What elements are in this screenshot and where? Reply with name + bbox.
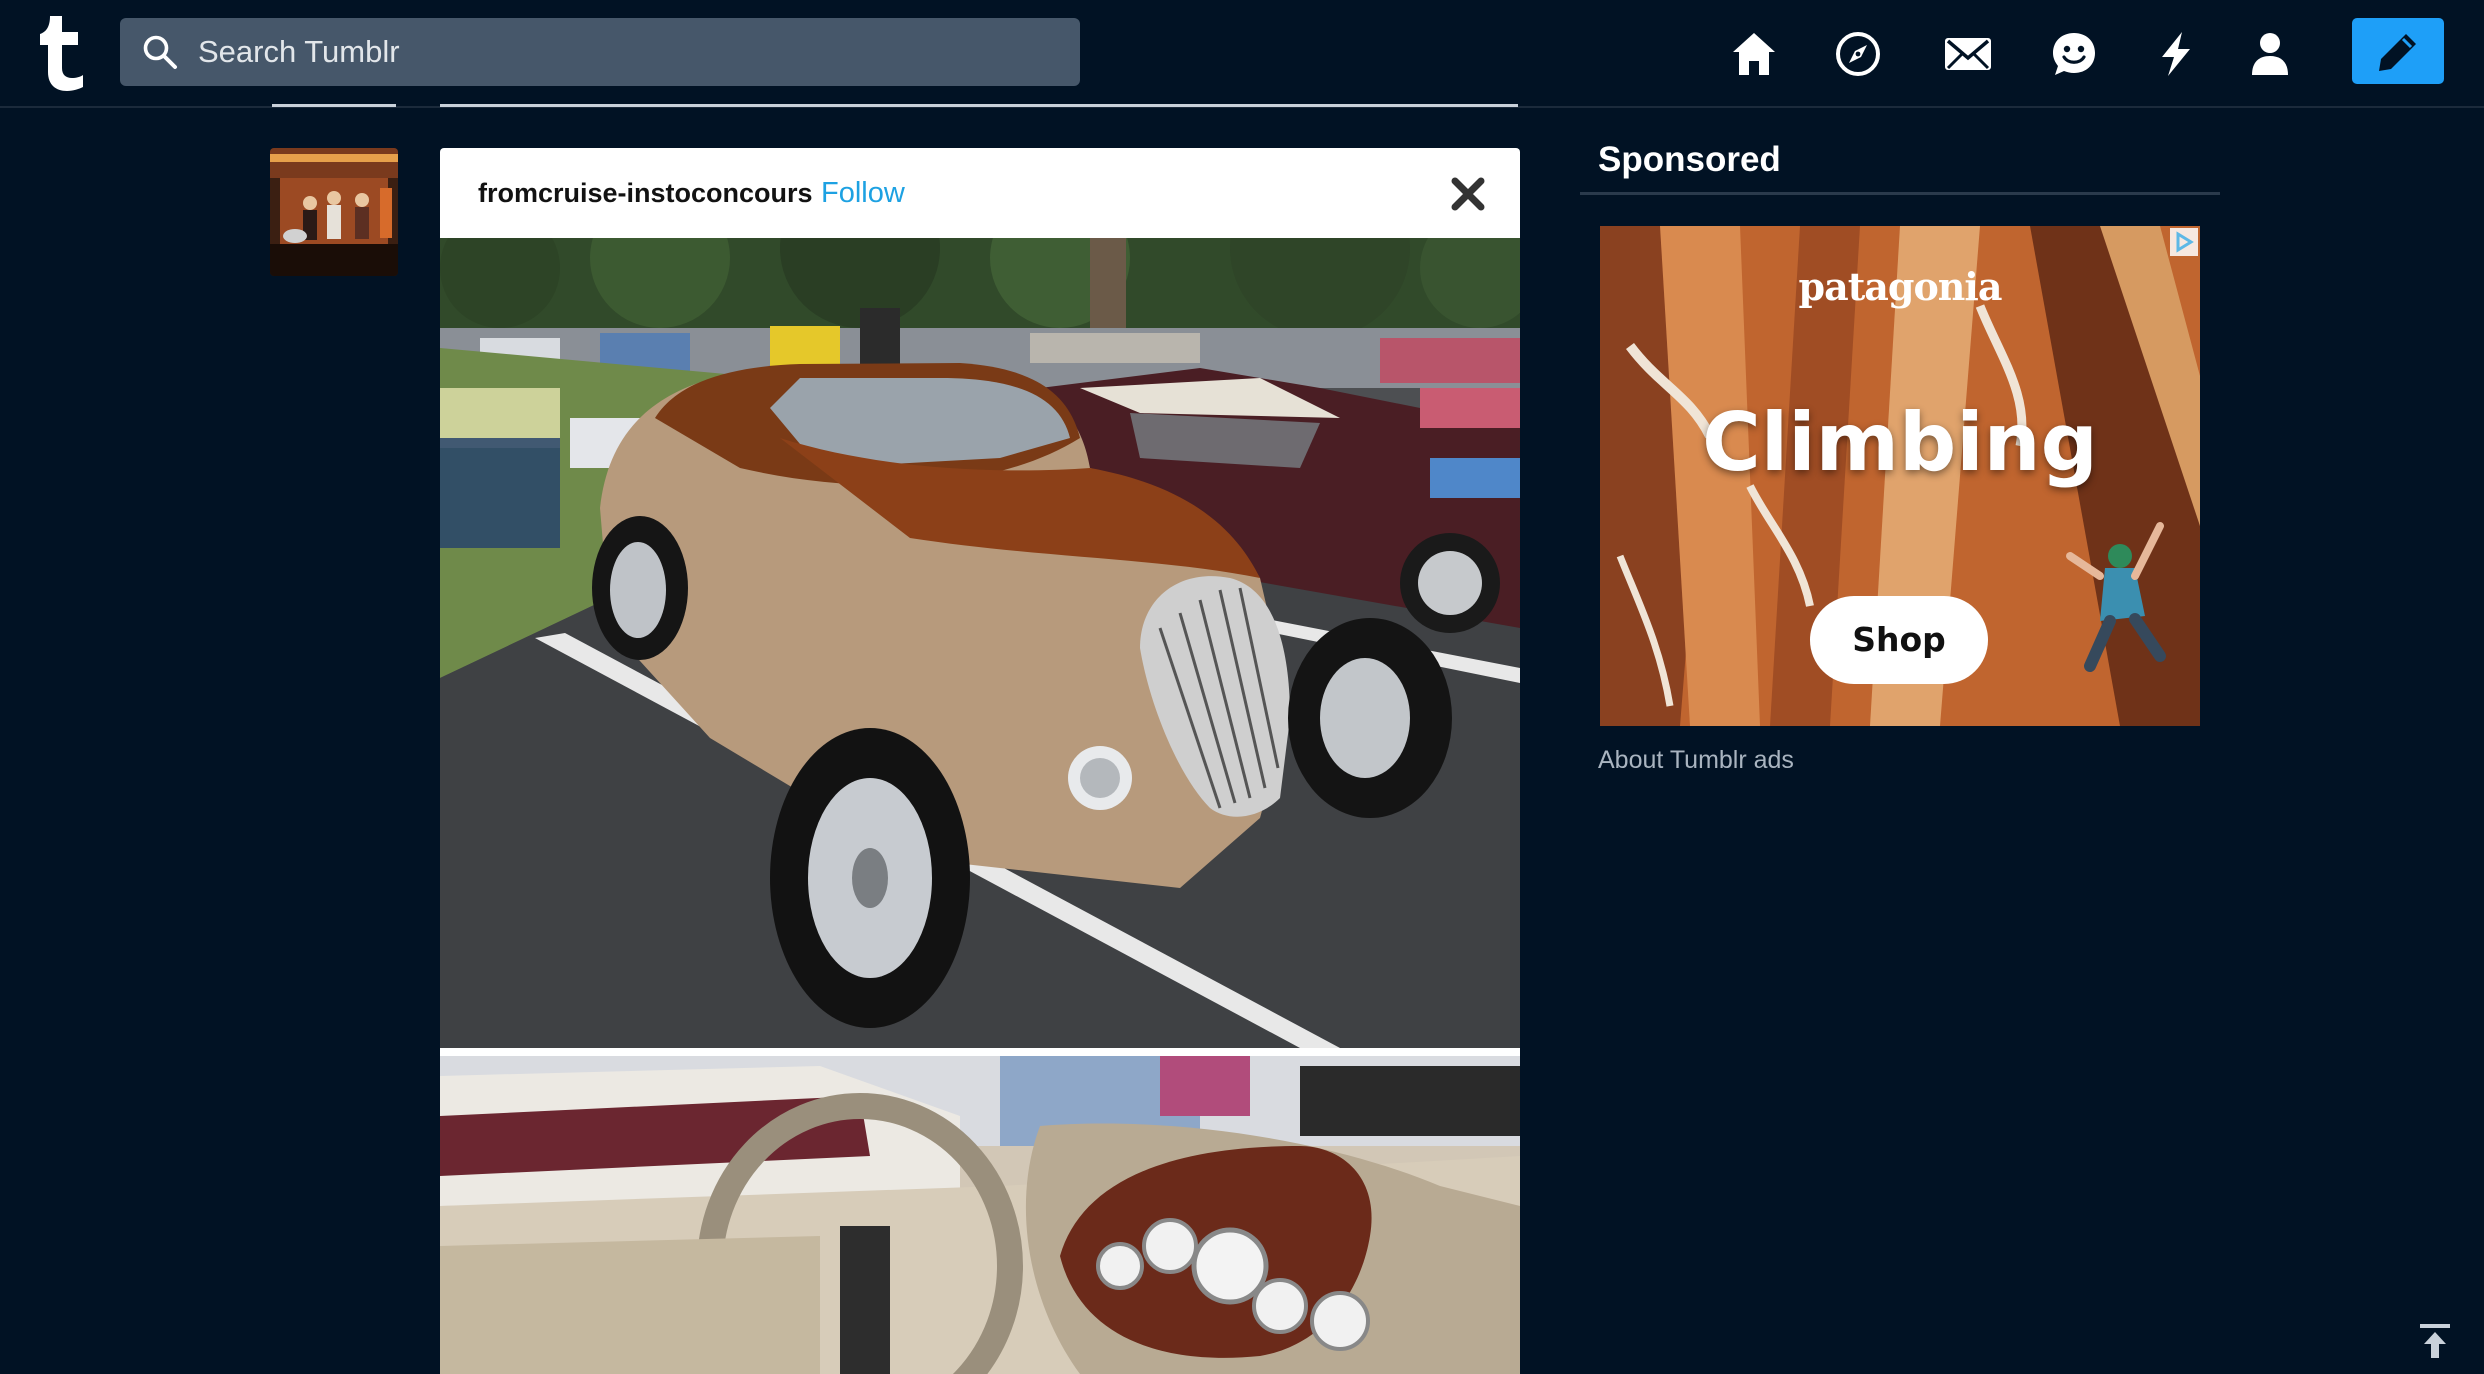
sponsored-heading: Sponsored: [1598, 140, 1781, 179]
adchoices-icon[interactable]: [2170, 228, 2198, 256]
compose-button[interactable]: [2352, 18, 2444, 84]
sponsored-divider: [1580, 192, 2220, 195]
tumblr-logo-icon[interactable]: [36, 12, 96, 92]
search-icon: [143, 35, 177, 69]
hot-rod-dashboard-photo: [440, 1056, 1520, 1374]
post-photo-1[interactable]: [440, 238, 1520, 1048]
about-tumblr-ads-link[interactable]: About Tumblr ads: [1598, 746, 1794, 775]
messaging-icon[interactable]: [2050, 30, 2098, 78]
top-navigation-bar: [0, 0, 2484, 108]
scroll-to-top-icon[interactable]: [2418, 1322, 2452, 1360]
close-icon[interactable]: [1448, 174, 1488, 214]
blog-name-link[interactable]: fromcruise-instoconcours: [478, 178, 813, 209]
home-icon[interactable]: [1730, 30, 1778, 78]
pencil-icon: [2379, 34, 2416, 71]
post-photo-2[interactable]: [440, 1056, 1520, 1374]
post-header: fromcruise-instoconcours Follow: [440, 148, 1520, 238]
explore-icon[interactable]: [1834, 30, 1882, 78]
search-input[interactable]: [198, 18, 1058, 86]
account-icon[interactable]: [2246, 30, 2294, 78]
blog-avatar[interactable]: [270, 148, 398, 276]
hot-rod-exterior-photo: [440, 238, 1520, 1048]
ad-headline: Climbing: [1702, 396, 2098, 489]
ad-shop-button[interactable]: Shop: [1810, 596, 1988, 684]
search-bar[interactable]: [120, 18, 1080, 86]
avatar-divider: [272, 104, 396, 107]
activity-icon[interactable]: [2152, 30, 2200, 78]
sponsored-ad[interactable]: patagonia Climbing Shop: [1600, 226, 2200, 726]
ad-brand-logo: patagonia: [1798, 264, 2003, 309]
post-card: fromcruise-instoconcours Follow: [440, 148, 1520, 1374]
band-stage-avatar-image: [270, 148, 398, 276]
inbox-icon[interactable]: [1942, 30, 1994, 78]
post-divider: [440, 104, 1518, 107]
follow-button[interactable]: Follow: [821, 177, 905, 210]
